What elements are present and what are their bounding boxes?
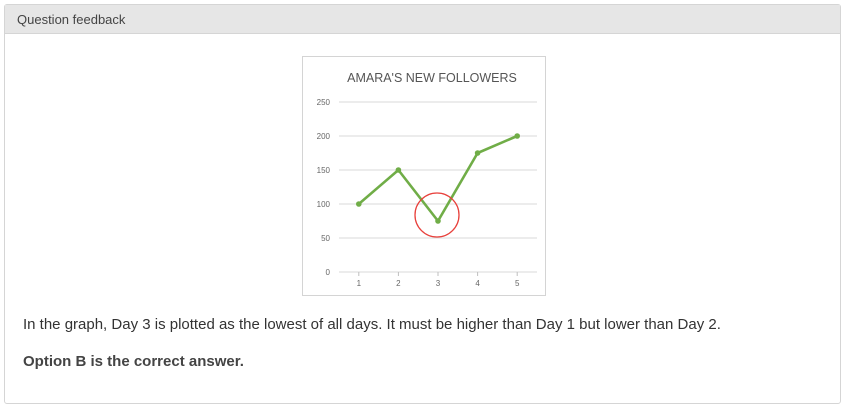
panel-header-title: Question feedback — [17, 11, 126, 27]
y-tick-label: 200 — [317, 132, 331, 141]
data-point — [356, 201, 362, 207]
x-tick-label: 2 — [396, 279, 401, 288]
x-tick-label: 5 — [515, 279, 520, 288]
y-tick-label: 150 — [317, 166, 331, 175]
x-tick-label: 4 — [475, 279, 480, 288]
question-feedback-panel: Question feedback AMARA'S NEW FOLLOWERS 0… — [4, 4, 841, 404]
y-tick-label: 0 — [326, 268, 331, 277]
data-point — [514, 133, 520, 139]
y-tick-label: 100 — [317, 200, 331, 209]
y-tick-label: 250 — [317, 98, 331, 107]
feedback-explanation: In the graph, Day 3 is plotted as the lo… — [23, 316, 721, 333]
y-tick-label: 50 — [321, 234, 330, 243]
data-point — [395, 167, 402, 173]
chart-canvas: AMARA'S NEW FOLLOWERS 0 50 100 150 200 250 1 2 3 4… — [317, 71, 537, 288]
correct-answer-statement: Option B is the correct answer. — [23, 353, 244, 370]
data-point — [474, 150, 481, 156]
data-point — [435, 218, 441, 224]
series-line — [357, 134, 519, 223]
panel-header: Question feedback — [5, 5, 840, 34]
x-tick-label: 3 — [436, 279, 441, 288]
followers-chart: AMARA'S NEW FOLLOWERS 0 50 100 150 200 250 1 2 3 4… — [302, 56, 546, 296]
chart-title: AMARA'S NEW FOLLOWERS — [347, 71, 517, 85]
highlight-circle — [414, 192, 460, 238]
x-tick-label: 1 — [357, 279, 362, 288]
